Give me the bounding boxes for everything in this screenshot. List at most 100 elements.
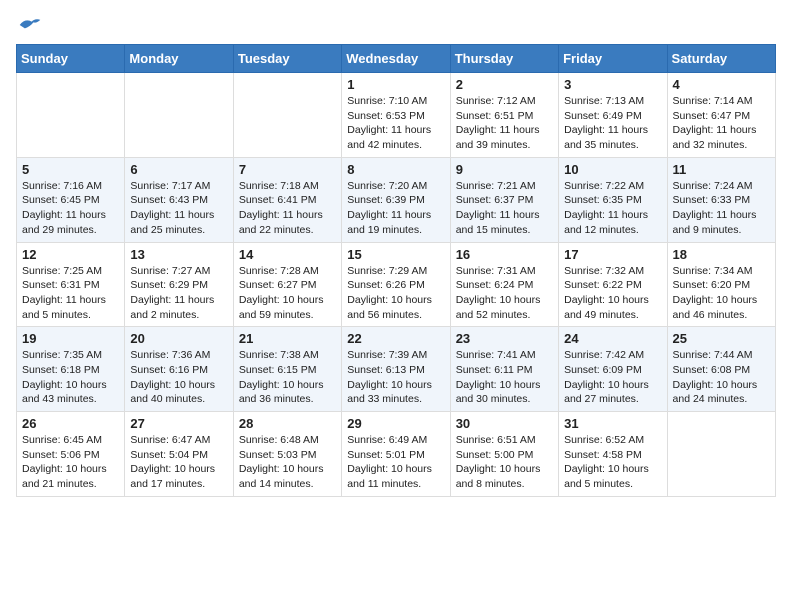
cell-content: Sunrise: 6:52 AMSunset: 4:58 PMDaylight:… (564, 433, 661, 492)
calendar-cell (233, 73, 341, 158)
calendar-cell: 18 Sunrise: 7:34 AMSunset: 6:20 PMDayligh… (667, 242, 775, 327)
cell-content: Sunrise: 6:47 AMSunset: 5:04 PMDaylight:… (130, 433, 227, 492)
calendar-cell (667, 412, 775, 497)
day-number: 3 (564, 77, 661, 92)
calendar-cell: 9 Sunrise: 7:21 AMSunset: 6:37 PMDaylight… (450, 157, 558, 242)
calendar-cell: 5Sunrise: 7:16 AMSunset: 6:45 PMDaylight… (17, 157, 125, 242)
cell-content: Sunrise: 7:21 AMSunset: 6:37 PMDaylight:… (456, 179, 553, 238)
calendar-cell: 15Sunrise: 7:29 AMSunset: 6:26 PMDayligh… (342, 242, 450, 327)
page-header (16, 16, 776, 34)
cell-content: Sunrise: 7:42 AMSunset: 6:09 PMDaylight:… (564, 348, 661, 407)
day-header-monday: Monday (125, 45, 233, 73)
day-number: 11 (673, 162, 770, 177)
day-header-tuesday: Tuesday (233, 45, 341, 73)
calendar-cell: 2Sunrise: 7:12 AMSunset: 6:51 PMDaylight… (450, 73, 558, 158)
calendar-cell: 25 Sunrise: 7:44 AMSunset: 6:08 PMDayligh… (667, 327, 775, 412)
cell-content: Sunrise: 7:14 AMSunset: 6:47 PMDaylight:… (673, 94, 770, 153)
calendar-week-row: 1Sunrise: 7:10 AMSunset: 6:53 PMDaylight… (17, 73, 776, 158)
calendar-cell: 31 Sunrise: 6:52 AMSunset: 4:58 PMDayligh… (559, 412, 667, 497)
day-number: 2 (456, 77, 553, 92)
day-number: 7 (239, 162, 336, 177)
day-number: 26 (22, 416, 119, 431)
day-number: 22 (347, 331, 444, 346)
day-number: 20 (130, 331, 227, 346)
day-number: 24 (564, 331, 661, 346)
cell-content: Sunrise: 7:35 AMSunset: 6:18 PMDaylight:… (22, 348, 119, 407)
day-number: 27 (130, 416, 227, 431)
calendar-cell: 10 Sunrise: 7:22 AMSunset: 6:35 PMDayligh… (559, 157, 667, 242)
calendar-cell: 4 Sunrise: 7:14 AMSunset: 6:47 PMDaylight… (667, 73, 775, 158)
cell-content: Sunrise: 7:27 AMSunset: 6:29 PMDaylight:… (130, 264, 227, 323)
cell-content: Sunrise: 7:28 AMSunset: 6:27 PMDaylight:… (239, 264, 336, 323)
calendar-week-row: 12Sunrise: 7:25 AMSunset: 6:31 PMDayligh… (17, 242, 776, 327)
calendar-cell: 8Sunrise: 7:20 AMSunset: 6:39 PMDaylight… (342, 157, 450, 242)
day-number: 25 (673, 331, 770, 346)
calendar-cell: 3 Sunrise: 7:13 AMSunset: 6:49 PMDaylight… (559, 73, 667, 158)
calendar-week-row: 19 Sunrise: 7:35 AMSunset: 6:18 PMDayligh… (17, 327, 776, 412)
calendar-week-row: 26 Sunrise: 6:45 AMSunset: 5:06 PMDayligh… (17, 412, 776, 497)
cell-content: Sunrise: 7:18 AMSunset: 6:41 PMDaylight:… (239, 179, 336, 238)
day-number: 1 (347, 77, 444, 92)
day-number: 5 (22, 162, 119, 177)
calendar-cell: 16Sunrise: 7:31 AMSunset: 6:24 PMDayligh… (450, 242, 558, 327)
day-number: 4 (673, 77, 770, 92)
calendar-week-row: 5Sunrise: 7:16 AMSunset: 6:45 PMDaylight… (17, 157, 776, 242)
day-header-sunday: Sunday (17, 45, 125, 73)
calendar-cell: 23 Sunrise: 7:41 AMSunset: 6:11 PMDayligh… (450, 327, 558, 412)
day-header-friday: Friday (559, 45, 667, 73)
calendar-cell: 30 Sunrise: 6:51 AMSunset: 5:00 PMDayligh… (450, 412, 558, 497)
cell-content: Sunrise: 7:20 AMSunset: 6:39 PMDaylight:… (347, 179, 444, 238)
day-number: 15 (347, 247, 444, 262)
cell-content: Sunrise: 7:17 AMSunset: 6:43 PMDaylight:… (130, 179, 227, 238)
calendar-cell: 12Sunrise: 7:25 AMSunset: 6:31 PMDayligh… (17, 242, 125, 327)
calendar-cell: 22Sunrise: 7:39 AMSunset: 6:13 PMDayligh… (342, 327, 450, 412)
cell-content: Sunrise: 7:41 AMSunset: 6:11 PMDaylight:… (456, 348, 553, 407)
day-number: 13 (130, 247, 227, 262)
calendar-cell: 19 Sunrise: 7:35 AMSunset: 6:18 PMDayligh… (17, 327, 125, 412)
day-number: 29 (347, 416, 444, 431)
cell-content: Sunrise: 7:44 AMSunset: 6:08 PMDaylight:… (673, 348, 770, 407)
day-number: 23 (456, 331, 553, 346)
calendar-cell (125, 73, 233, 158)
calendar-cell: 28 Sunrise: 6:48 AMSunset: 5:03 PMDayligh… (233, 412, 341, 497)
cell-content: Sunrise: 6:48 AMSunset: 5:03 PMDaylight:… (239, 433, 336, 492)
day-number: 28 (239, 416, 336, 431)
day-number: 12 (22, 247, 119, 262)
day-number: 30 (456, 416, 553, 431)
calendar-cell: 1Sunrise: 7:10 AMSunset: 6:53 PMDaylight… (342, 73, 450, 158)
calendar-header-row: SundayMondayTuesdayWednesdayThursdayFrid… (17, 45, 776, 73)
calendar-cell: 20 Sunrise: 7:36 AMSunset: 6:16 PMDayligh… (125, 327, 233, 412)
cell-content: Sunrise: 6:51 AMSunset: 5:00 PMDaylight:… (456, 433, 553, 492)
logo-bird-icon (18, 16, 42, 34)
calendar-cell: 13 Sunrise: 7:27 AMSunset: 6:29 PMDayligh… (125, 242, 233, 327)
cell-content: Sunrise: 7:24 AMSunset: 6:33 PMDaylight:… (673, 179, 770, 238)
calendar-cell: 14 Sunrise: 7:28 AMSunset: 6:27 PMDayligh… (233, 242, 341, 327)
calendar-table: SundayMondayTuesdayWednesdayThursdayFrid… (16, 44, 776, 497)
calendar-cell (17, 73, 125, 158)
cell-content: Sunrise: 7:13 AMSunset: 6:49 PMDaylight:… (564, 94, 661, 153)
logo (16, 16, 42, 34)
day-number: 17 (564, 247, 661, 262)
day-number: 31 (564, 416, 661, 431)
calendar-cell: 26 Sunrise: 6:45 AMSunset: 5:06 PMDayligh… (17, 412, 125, 497)
calendar-cell: 11 Sunrise: 7:24 AMSunset: 6:33 PMDayligh… (667, 157, 775, 242)
day-number: 9 (456, 162, 553, 177)
cell-content: Sunrise: 7:34 AMSunset: 6:20 PMDaylight:… (673, 264, 770, 323)
cell-content: Sunrise: 7:36 AMSunset: 6:16 PMDaylight:… (130, 348, 227, 407)
day-number: 18 (673, 247, 770, 262)
day-number: 16 (456, 247, 553, 262)
calendar-cell: 17 Sunrise: 7:32 AMSunset: 6:22 PMDayligh… (559, 242, 667, 327)
cell-content: Sunrise: 6:49 AMSunset: 5:01 PMDaylight:… (347, 433, 444, 492)
cell-content: Sunrise: 6:45 AMSunset: 5:06 PMDaylight:… (22, 433, 119, 492)
day-number: 21 (239, 331, 336, 346)
day-number: 14 (239, 247, 336, 262)
day-number: 6 (130, 162, 227, 177)
calendar-cell: 21Sunrise: 7:38 AMSunset: 6:15 PMDayligh… (233, 327, 341, 412)
calendar-cell: 29 Sunrise: 6:49 AMSunset: 5:01 PMDayligh… (342, 412, 450, 497)
day-number: 19 (22, 331, 119, 346)
cell-content: Sunrise: 7:22 AMSunset: 6:35 PMDaylight:… (564, 179, 661, 238)
day-header-thursday: Thursday (450, 45, 558, 73)
day-number: 10 (564, 162, 661, 177)
calendar-cell: 27 Sunrise: 6:47 AMSunset: 5:04 PMDayligh… (125, 412, 233, 497)
cell-content: Sunrise: 7:32 AMSunset: 6:22 PMDaylight:… (564, 264, 661, 323)
